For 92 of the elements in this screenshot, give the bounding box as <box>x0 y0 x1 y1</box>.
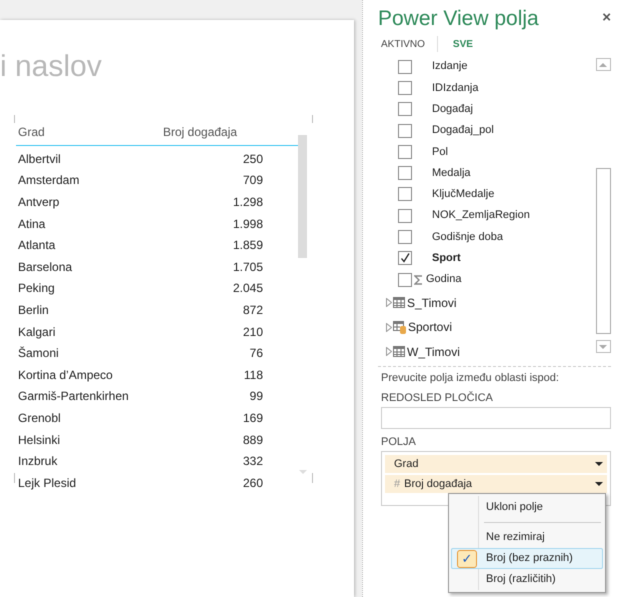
field-well-item[interactable]: # Broj događaja <box>385 474 607 493</box>
field-label[interactable]: IDIzdanja <box>432 80 478 96</box>
expand-triangle-icon[interactable] <box>386 322 392 332</box>
table-cell-text: 1.998 <box>232 216 263 233</box>
table-cell-text: 709 <box>242 172 263 190</box>
table-cell-text: 76 <box>248 345 263 362</box>
table-cell-text: Amsterdam <box>17 172 80 190</box>
instruction-text: Prevucite polja između oblasti ispod: <box>381 370 560 385</box>
table-cell-text: Lejk Plesid <box>17 474 78 492</box>
checkbox[interactable] <box>398 124 412 138</box>
scroll-up-button[interactable] <box>596 58 610 71</box>
close-button[interactable]: × <box>602 10 611 25</box>
check-icon: ✓ <box>457 550 477 568</box>
menu-item[interactable]: Ne rezimiraj <box>451 527 603 548</box>
menu-item[interactable]: Broj (različitih) <box>451 569 603 590</box>
table-cell-text: 250 <box>242 150 263 168</box>
field-label[interactable]: NOK_ZemljaRegion <box>432 207 530 224</box>
checkbox[interactable] <box>398 144 412 159</box>
table-link-icon <box>393 320 406 334</box>
tile-order-drop-area[interactable] <box>381 406 611 429</box>
dropdown-caret-icon[interactable] <box>595 482 603 486</box>
down-arrow-icon <box>599 344 607 348</box>
table-cell-text: Peking <box>17 280 56 298</box>
table-cell-text: 260 <box>242 474 263 492</box>
table-cell-text: 1.705 <box>232 258 263 276</box>
table-cell-text: 169 <box>242 410 263 427</box>
table-cell-text: 1.859 <box>232 237 263 254</box>
table-cell-text: Kalgari <box>17 324 56 341</box>
table-cell-text: Barselona <box>17 258 74 276</box>
table-cell-text: 99 <box>248 388 263 406</box>
table-cell-text: 889 <box>242 432 263 449</box>
checkbox[interactable] <box>398 80 412 95</box>
column-header[interactable]: Broj događaja <box>163 123 238 141</box>
expand-triangle-icon[interactable] <box>386 298 392 308</box>
checkbox[interactable] <box>398 166 412 180</box>
section-label: REDOSLED PLOČICA <box>381 390 494 405</box>
field-label[interactable]: Događaj_pol <box>432 122 494 139</box>
number-icon: # <box>394 476 400 492</box>
table-cell-text: Berlin <box>17 302 50 319</box>
dropdown-caret-icon[interactable] <box>595 462 603 466</box>
table-label[interactable]: Sportovi <box>408 318 452 336</box>
table-cell-text: Atina <box>17 216 46 233</box>
tab[interactable]: AKTIVNO <box>381 36 425 52</box>
table-cell-text: 872 <box>242 302 263 319</box>
field-well-item[interactable]: Grad <box>385 454 607 473</box>
scrollbar-thumb[interactable] <box>596 168 610 334</box>
field-label[interactable]: Događaj <box>432 100 473 118</box>
field-label[interactable]: Medalja <box>432 164 471 182</box>
table-cell-text: Garmiš-Partenkirhen <box>17 388 130 406</box>
field-label[interactable]: Izdanje <box>432 58 468 75</box>
panel-title: Power View polja <box>378 6 539 32</box>
checkbox[interactable] <box>398 102 412 116</box>
checkbox[interactable] <box>398 187 412 202</box>
tab[interactable]: SVE <box>452 36 473 52</box>
checkbox[interactable] <box>398 272 412 287</box>
up-arrow-icon <box>599 62 607 66</box>
field-label: Grad <box>394 456 420 472</box>
sigma-icon <box>414 274 423 285</box>
checkbox[interactable] <box>398 251 412 266</box>
field-label[interactable]: KljučMedalje <box>432 186 494 203</box>
field-label[interactable]: Sport <box>432 250 461 267</box>
table-cell-text: 118 <box>242 366 263 384</box>
field-label: Broj događaja <box>404 476 474 492</box>
checkbox[interactable] <box>398 208 412 223</box>
table-cell-text: Inzbruk <box>17 453 58 470</box>
checkbox[interactable] <box>398 230 412 244</box>
table-cell-text: Šamoni <box>17 345 60 362</box>
scroll-down-button[interactable] <box>596 340 610 353</box>
field-label[interactable]: Pol <box>432 144 448 160</box>
scrollbar-thumb[interactable] <box>298 135 307 258</box>
field-label[interactable]: Godišnje doba <box>432 228 503 246</box>
report-title: i naslov <box>0 52 102 82</box>
table-label[interactable]: S_Timovi <box>407 294 457 312</box>
table-cell-text: 210 <box>242 324 263 341</box>
column-header[interactable]: Grad <box>16 123 163 141</box>
expand-triangle-icon[interactable] <box>386 347 392 356</box>
table-label[interactable]: W_Timovi <box>407 342 460 361</box>
table-cell-text: Albertvil <box>17 150 62 168</box>
table-icon <box>393 297 405 308</box>
table-cell-text: Helsinki <box>17 432 62 449</box>
section-label: POLJA <box>381 434 417 449</box>
table-cell-text: Kortina d’Ampeco <box>17 366 114 384</box>
checkbox[interactable] <box>398 60 412 74</box>
table-cell-text: 2.045 <box>232 280 263 298</box>
table-cell-text: Antverp <box>17 194 60 211</box>
table-icon <box>393 346 405 358</box>
menu-item[interactable]: ✓ Broj (bez praznih) <box>451 548 603 569</box>
table-cell-text: 1.298 <box>232 194 263 211</box>
table-cell-text: 332 <box>242 453 263 470</box>
table-cell-text: Grenobl <box>17 410 62 427</box>
field-label[interactable]: Godina <box>426 271 462 288</box>
table-cell-text: Atlanta <box>17 237 56 254</box>
